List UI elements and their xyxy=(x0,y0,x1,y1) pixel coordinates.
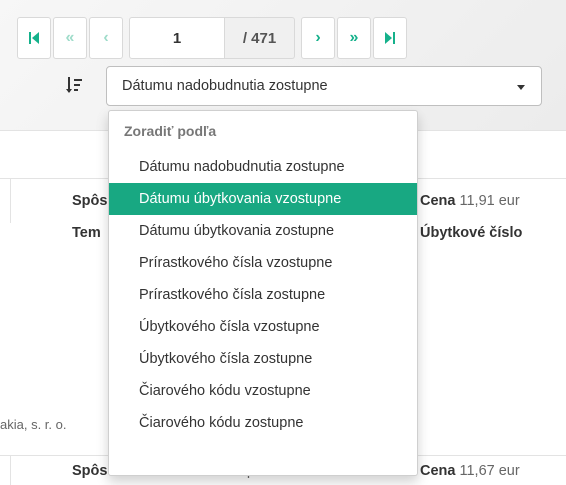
dropdown-header: Zoradiť podľa xyxy=(124,123,217,139)
sort-dropdown-menu: Zoradiť podľa Dátumu nadobudnutia zostup… xyxy=(108,110,418,476)
page-number-input[interactable]: 1 xyxy=(129,17,225,59)
sort-option-highlighted[interactable]: Dátumu úbytkovania vzostupne xyxy=(109,183,417,215)
chevron-left-icon: ‹ xyxy=(103,29,109,46)
next-fast-button[interactable]: » xyxy=(337,17,371,59)
pagination: « ‹ 1 / 471 › » xyxy=(17,17,409,59)
divider xyxy=(10,178,11,223)
first-page-button[interactable] xyxy=(17,17,51,59)
sort-option[interactable]: Dátumu nadobudnutia zostupne xyxy=(109,151,417,183)
sort-option[interactable]: Prírastkového čísla vzostupne xyxy=(109,247,417,279)
sort-option[interactable]: Prírastkového čísla zostupne xyxy=(109,279,417,311)
write-off-number-label: Úbytkové číslo xyxy=(420,225,523,241)
topic-label-fragment: Tem xyxy=(72,225,101,241)
double-right-icon: » xyxy=(349,29,359,46)
price-field: Cena 11,91 eur xyxy=(420,193,520,209)
last-page-button[interactable] xyxy=(373,17,407,59)
sort-option[interactable]: Úbytkového čísla zostupne xyxy=(109,343,417,375)
sort-descending-icon xyxy=(66,77,82,93)
sort-select-value: Dátumu nadobudnutia zostupne xyxy=(122,78,328,94)
next-button[interactable]: › xyxy=(301,17,335,59)
publisher-fragment: akia, s. r. o. xyxy=(0,417,67,432)
sort-option[interactable]: Čiarového kódu vzostupne xyxy=(109,375,417,407)
sort-option[interactable]: Úbytkového čísla vzostupne xyxy=(109,311,417,343)
divider xyxy=(10,455,11,485)
chevron-right-icon: › xyxy=(315,29,321,46)
sort-select[interactable]: Dátumu nadobudnutia zostupne xyxy=(106,66,542,106)
first-page-icon xyxy=(29,32,39,44)
price-field: Cena 11,67 eur xyxy=(420,463,520,479)
previous-fast-button[interactable]: « xyxy=(53,17,87,59)
total-pages: / 471 xyxy=(225,17,295,59)
sort-option[interactable]: Čiarového kódu zostupne xyxy=(109,407,417,439)
sort-option[interactable]: Dátumu úbytkovania zostupne xyxy=(109,215,417,247)
previous-button[interactable]: ‹ xyxy=(89,17,123,59)
chevron-down-icon xyxy=(517,85,525,90)
acquisition-label-fragment: Spôs xyxy=(72,193,108,209)
double-left-icon: « xyxy=(65,29,75,46)
last-page-icon xyxy=(385,32,395,44)
